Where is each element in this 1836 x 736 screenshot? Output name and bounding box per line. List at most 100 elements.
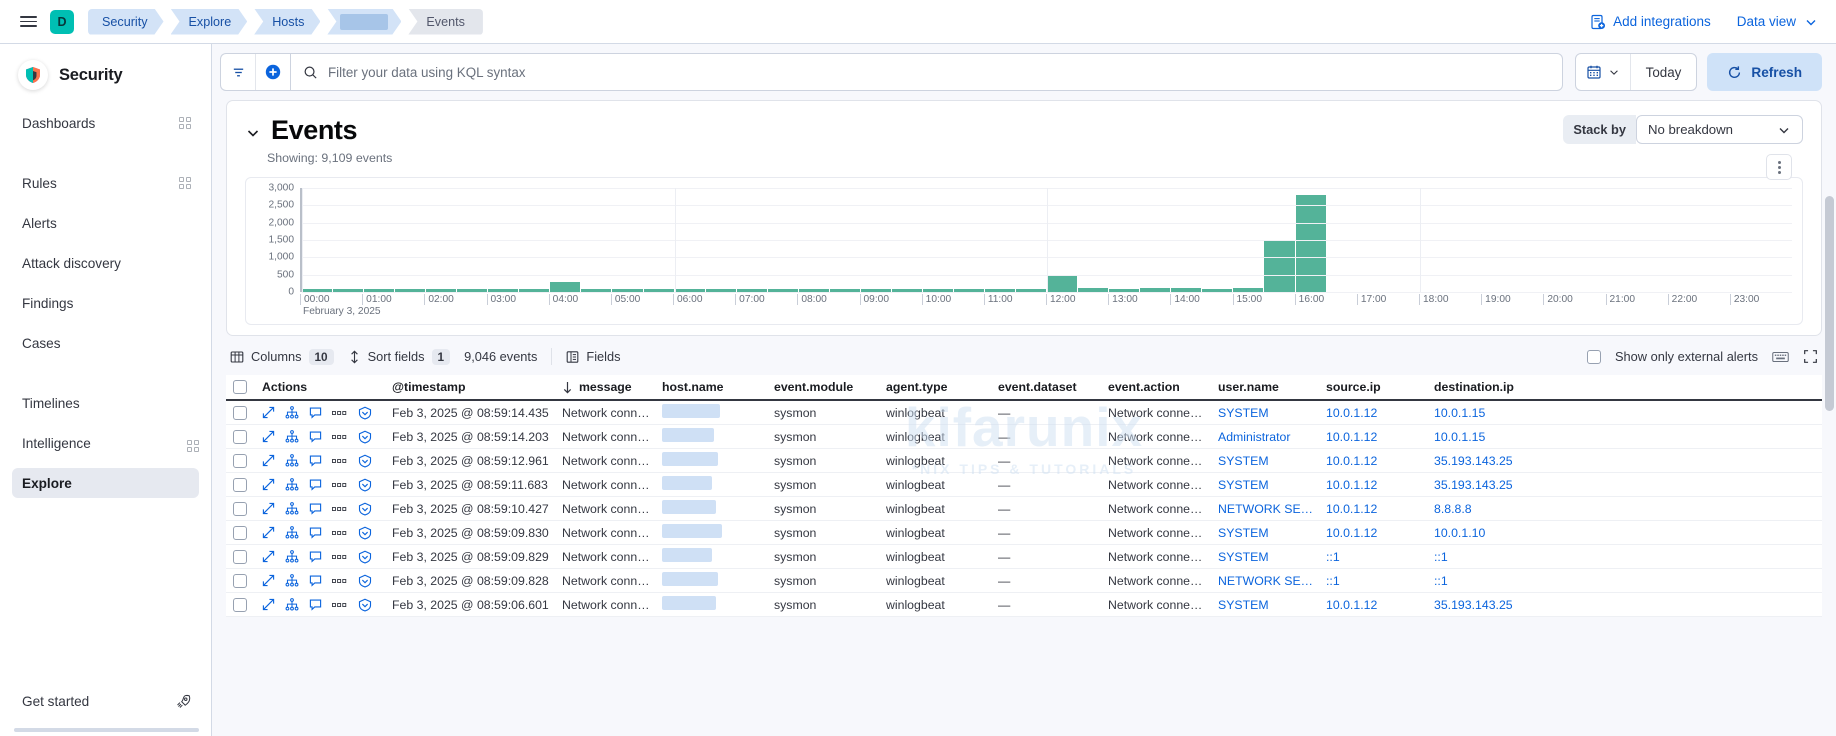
grid-header-event-module[interactable]: event.module xyxy=(768,380,880,394)
checkbox-box[interactable] xyxy=(233,380,247,394)
table-row[interactable]: Feb 3, 2025 @ 08:59:14.203Network connec… xyxy=(226,425,1822,449)
row-select-checkbox[interactable] xyxy=(226,478,254,492)
breadcrumb-item-explore[interactable]: Explore xyxy=(171,9,248,35)
more-actions-icon[interactable] xyxy=(332,434,348,440)
row-select-checkbox[interactable] xyxy=(226,406,254,420)
cell-agent-type[interactable]: winlogbeat xyxy=(880,478,992,492)
grid-header-event-action[interactable]: event.action xyxy=(1102,380,1212,394)
row-select-checkbox[interactable] xyxy=(226,454,254,468)
stack-by-select[interactable]: No breakdown xyxy=(1636,115,1803,144)
cell-host-name[interactable] xyxy=(656,476,768,493)
add-to-timeline-icon[interactable] xyxy=(358,454,372,468)
cell-event-action[interactable]: Network connectio... xyxy=(1102,526,1212,540)
cell-agent-type[interactable]: winlogbeat xyxy=(880,526,992,540)
cell-timestamp[interactable]: Feb 3, 2025 @ 08:59:14.435 xyxy=(386,406,556,420)
fields-button[interactable]: Fields xyxy=(566,349,620,364)
add-note-icon[interactable] xyxy=(309,406,322,419)
cell-timestamp[interactable]: Feb 3, 2025 @ 08:59:09.829 xyxy=(386,550,556,564)
cell-event-module[interactable]: sysmon xyxy=(768,598,880,612)
expand-details-icon[interactable] xyxy=(262,454,275,467)
today-range-button[interactable]: Today xyxy=(1631,65,1697,80)
checkbox-box[interactable] xyxy=(233,526,247,540)
grid-header-source-ip[interactable]: source.ip xyxy=(1320,380,1428,394)
cell-agent-type[interactable]: winlogbeat xyxy=(880,430,992,444)
grid-header-timestamp[interactable]: @timestamp xyxy=(386,380,556,394)
cell-message[interactable]: Network connectio... xyxy=(556,406,656,420)
table-row[interactable]: Feb 3, 2025 @ 08:59:10.427Network connec… xyxy=(226,497,1822,521)
analyze-event-icon[interactable] xyxy=(285,502,299,515)
keyboard-shortcuts-icon[interactable] xyxy=(1772,350,1789,364)
add-note-icon[interactable] xyxy=(309,598,322,611)
cell-user-name[interactable]: SYSTEM xyxy=(1212,526,1320,540)
breadcrumb-item-hosts[interactable]: Hosts xyxy=(254,9,320,35)
cell-event-module[interactable]: sysmon xyxy=(768,406,880,420)
table-row[interactable]: Feb 3, 2025 @ 08:59:14.435Network connec… xyxy=(226,401,1822,425)
search-input[interactable] xyxy=(328,65,1550,80)
add-note-icon[interactable] xyxy=(309,526,322,539)
cell-event-dataset[interactable]: — xyxy=(992,430,1102,444)
analyze-event-icon[interactable] xyxy=(285,406,299,419)
grid-header-destination-ip[interactable]: destination.ip xyxy=(1428,380,1548,394)
cell-source-ip[interactable]: 10.0.1.12 xyxy=(1320,478,1428,492)
chart-bar[interactable] xyxy=(1296,195,1326,292)
app-grid-icon[interactable] xyxy=(179,177,191,189)
analyze-event-icon[interactable] xyxy=(285,526,299,539)
cell-source-ip[interactable]: ::1 xyxy=(1320,574,1428,588)
app-grid-icon[interactable] xyxy=(179,117,191,129)
cell-message[interactable]: Network connectio... xyxy=(556,550,656,564)
expand-details-icon[interactable] xyxy=(262,478,275,491)
more-actions-icon[interactable] xyxy=(332,530,348,536)
cell-event-action[interactable]: Network connectio... xyxy=(1102,454,1212,468)
add-to-timeline-icon[interactable] xyxy=(358,406,372,420)
cell-agent-type[interactable]: winlogbeat xyxy=(880,574,992,588)
cell-agent-type[interactable]: winlogbeat xyxy=(880,406,992,420)
chevron-down-icon[interactable] xyxy=(245,125,261,141)
add-filter-icon[interactable] xyxy=(256,54,290,90)
row-select-checkbox[interactable] xyxy=(226,430,254,444)
sidebar-item-intelligence[interactable]: Intelligence xyxy=(12,428,199,458)
cell-message[interactable]: Network connectio... xyxy=(556,478,656,492)
more-actions-icon[interactable] xyxy=(332,602,348,608)
cell-destination-ip[interactable]: 35.193.143.25 xyxy=(1428,598,1548,612)
analyze-event-icon[interactable] xyxy=(285,430,299,443)
cell-user-name[interactable]: Administrator xyxy=(1212,430,1320,444)
scrollbar-thumb[interactable] xyxy=(1825,196,1834,411)
cell-event-action[interactable]: Network connectio... xyxy=(1102,502,1212,516)
cell-event-module[interactable]: sysmon xyxy=(768,478,880,492)
checkbox-box[interactable] xyxy=(233,454,247,468)
cell-agent-type[interactable]: winlogbeat xyxy=(880,598,992,612)
more-actions-icon[interactable] xyxy=(332,578,348,584)
cell-source-ip[interactable]: 10.0.1.12 xyxy=(1320,430,1428,444)
row-select-checkbox[interactable] xyxy=(226,574,254,588)
cell-event-action[interactable]: Network connectio... xyxy=(1102,406,1212,420)
cell-user-name[interactable]: SYSTEM xyxy=(1212,454,1320,468)
checkbox-box[interactable] xyxy=(233,598,247,612)
cell-event-module[interactable]: sysmon xyxy=(768,502,880,516)
add-integrations-button[interactable]: Add integrations xyxy=(1590,14,1711,30)
menu-toggle-icon[interactable] xyxy=(12,6,44,38)
sidebar-item-timelines[interactable]: Timelines xyxy=(12,388,199,418)
cell-event-module[interactable]: sysmon xyxy=(768,550,880,564)
checkbox-box[interactable] xyxy=(233,430,247,444)
cell-user-name[interactable]: SYSTEM xyxy=(1212,550,1320,564)
table-row[interactable]: Feb 3, 2025 @ 08:59:12.961Network connec… xyxy=(226,449,1822,473)
cell-destination-ip[interactable]: 35.193.143.25 xyxy=(1428,454,1548,468)
expand-details-icon[interactable] xyxy=(262,574,275,587)
grid-header-message[interactable]: message xyxy=(556,380,656,394)
table-row[interactable]: Feb 3, 2025 @ 08:59:09.830Network connec… xyxy=(226,521,1822,545)
cell-event-dataset[interactable]: — xyxy=(992,478,1102,492)
row-select-checkbox[interactable] xyxy=(226,598,254,612)
add-note-icon[interactable] xyxy=(309,454,322,467)
add-note-icon[interactable] xyxy=(309,502,322,515)
cell-host-name[interactable] xyxy=(656,428,768,445)
cell-source-ip[interactable]: 10.0.1.12 xyxy=(1320,406,1428,420)
cell-source-ip[interactable]: 10.0.1.12 xyxy=(1320,502,1428,516)
space-avatar[interactable]: D xyxy=(50,10,74,34)
cell-timestamp[interactable]: Feb 3, 2025 @ 08:59:11.683 xyxy=(386,478,556,492)
sort-fields-button[interactable]: Sort fields 1 xyxy=(348,349,450,365)
grid-header-user-name[interactable]: user.name xyxy=(1212,380,1320,394)
analyze-event-icon[interactable] xyxy=(285,454,299,467)
cell-event-action[interactable]: Network connectio... xyxy=(1102,550,1212,564)
more-actions-icon[interactable] xyxy=(332,482,348,488)
cell-event-module[interactable]: sysmon xyxy=(768,526,880,540)
